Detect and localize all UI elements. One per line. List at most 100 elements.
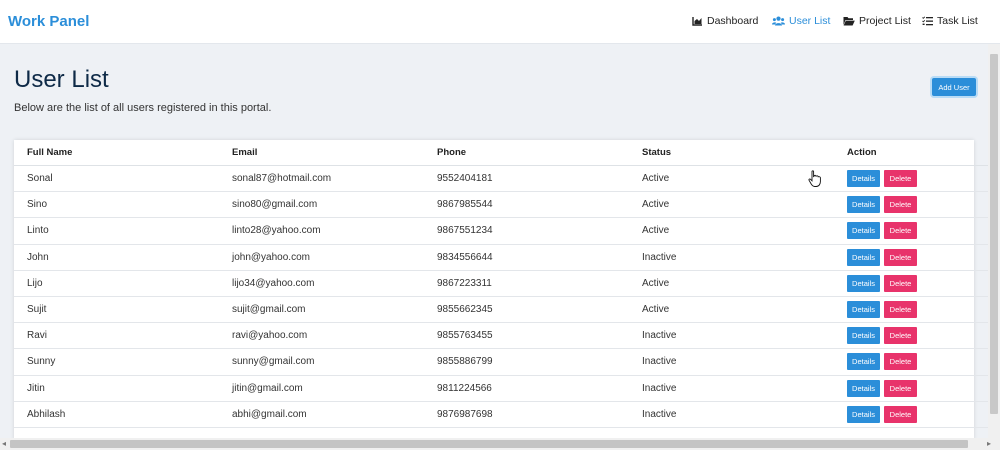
cell-full-name: Lijo — [14, 270, 219, 297]
cell-email: linto28@yahoo.com — [219, 217, 424, 245]
cell-action: Details Delete — [834, 348, 1000, 376]
cell-full-name: Sino — [14, 191, 219, 219]
top-navbar: Work Panel Dashboard User List Project L… — [0, 0, 1000, 44]
nav-item-dashboard[interactable]: Dashboard — [692, 15, 758, 27]
table-header-row: Full Name Email Phone Status Action — [14, 140, 1000, 166]
cell-status: Active — [629, 296, 834, 324]
cell-full-name: Jitin — [14, 375, 219, 402]
cell-phone: 9811224566 — [424, 375, 629, 402]
cell-email: john@yahoo.com — [219, 244, 424, 271]
delete-button[interactable]: Delete — [884, 379, 917, 397]
tasks-icon — [922, 16, 933, 26]
column-header-email: Email — [219, 140, 424, 166]
delete-button[interactable]: Delete — [884, 274, 917, 292]
nav-label-dashboard: Dashboard — [707, 15, 759, 27]
cell-status: Inactive — [629, 375, 834, 402]
column-header-action: Action — [834, 140, 1000, 166]
details-button[interactable]: Details — [847, 222, 880, 240]
nav-item-task-list[interactable]: Task List — [922, 15, 978, 27]
table-row: Lijo lijo34@yahoo.com 9867223311 Active Deta… — [14, 270, 1000, 297]
cell-phone: 9855763455 — [424, 322, 629, 350]
table-row: Abhilash abhi@gmail.com 9876987698 Inactive… — [14, 401, 1000, 428]
nav-item-project-list[interactable]: Project List — [843, 15, 911, 27]
cell-phone: 9834556644 — [424, 244, 629, 271]
cell-status: Active — [629, 191, 834, 219]
cell-status: Inactive — [629, 322, 834, 350]
cell-full-name: Abhilash — [14, 401, 219, 428]
cell-email: sunny@gmail.com — [219, 348, 424, 376]
page-title: User List — [14, 66, 109, 93]
cell-action: Details Delete — [834, 322, 1000, 350]
cell-status: Inactive — [629, 244, 834, 271]
cell-email: jitin@gmail.com — [219, 375, 424, 402]
cell-action: Details Delete — [834, 270, 1000, 297]
details-button[interactable]: Details — [847, 196, 880, 214]
details-button[interactable]: Details — [847, 274, 880, 292]
nav-item-user-list[interactable]: User List — [772, 15, 830, 27]
table-row: Ravi ravi@yahoo.com 9855763455 Inactive Deta… — [14, 322, 1000, 350]
users-icon — [772, 16, 785, 26]
vertical-scrollbar-thumb[interactable] — [990, 54, 998, 414]
cell-email: ravi@yahoo.com — [219, 322, 424, 350]
delete-button[interactable]: Delete — [884, 353, 917, 371]
cell-phone: 9876987698 — [424, 401, 629, 428]
cell-full-name: John — [14, 244, 219, 271]
delete-button[interactable]: Delete — [884, 170, 917, 188]
details-button[interactable]: Details — [847, 170, 880, 188]
user-table-card: Full Name Email Phone Status Action Sona… — [14, 140, 1000, 440]
cell-phone: 9867551234 — [424, 217, 629, 245]
vertical-scrollbar[interactable] — [988, 44, 1000, 438]
nav-label-task-list: Task List — [937, 15, 978, 27]
cell-action: Details Delete — [834, 375, 1000, 402]
details-button[interactable]: Details — [847, 379, 880, 397]
details-button[interactable]: Details — [847, 405, 880, 423]
cell-full-name: Linto — [14, 217, 219, 245]
cell-full-name: Ravi — [14, 322, 219, 350]
scroll-left-arrow-icon[interactable]: ◂ — [2, 439, 6, 448]
cell-email: sonal87@hotmail.com — [219, 165, 424, 193]
delete-button[interactable]: Delete — [884, 301, 917, 319]
horizontal-scrollbar[interactable]: ◂ ▸ — [0, 438, 1000, 450]
cell-phone: 9867985544 — [424, 191, 629, 219]
add-user-button[interactable]: Add User — [932, 78, 976, 96]
table-row: Sunny sunny@gmail.com 9855886799 Inactive De… — [14, 348, 1000, 376]
delete-button[interactable]: Delete — [884, 327, 917, 345]
horizontal-scrollbar-thumb[interactable] — [10, 440, 968, 448]
details-button[interactable]: Details — [847, 353, 880, 371]
table-row: John john@yahoo.com 9834556644 Inactive Deta… — [14, 244, 1000, 271]
column-header-full-name: Full Name — [14, 140, 219, 166]
column-header-status: Status — [629, 140, 834, 166]
cell-phone: 9855886799 — [424, 348, 629, 376]
details-button[interactable]: Details — [847, 327, 880, 345]
cell-status: Active — [629, 217, 834, 245]
cell-email: sino80@gmail.com — [219, 191, 424, 219]
cell-action: Details Delete — [834, 401, 1000, 428]
nav-label-user-list: User List — [789, 15, 831, 27]
cell-phone: 9552404181 — [424, 165, 629, 193]
delete-button[interactable]: Delete — [884, 248, 917, 266]
folder-open-icon — [843, 17, 855, 26]
delete-button[interactable]: Delete — [884, 222, 917, 240]
delete-button[interactable]: Delete — [884, 405, 917, 423]
cell-full-name: Sonal — [14, 165, 219, 193]
cell-action: Details Delete — [834, 296, 1000, 324]
scroll-right-arrow-icon[interactable]: ▸ — [987, 439, 991, 448]
cell-email: sujit@gmail.com — [219, 296, 424, 324]
cell-full-name: Sujit — [14, 296, 219, 324]
cell-status: Active — [629, 270, 834, 297]
delete-button[interactable]: Delete — [884, 196, 917, 214]
user-table: Full Name Email Phone Status Action Sona… — [14, 140, 1000, 428]
table-row: Sujit sujit@gmail.com 9855662345 Active Deta… — [14, 296, 1000, 324]
cell-status: Inactive — [629, 401, 834, 428]
chart-area-icon — [692, 17, 702, 26]
cell-email: abhi@gmail.com — [219, 401, 424, 428]
page-subtitle: Below are the list of all users register… — [14, 102, 272, 114]
details-button[interactable]: Details — [847, 301, 880, 319]
cell-action: Details Delete — [834, 244, 1000, 271]
details-button[interactable]: Details — [847, 248, 880, 266]
cell-action: Details Delete — [834, 165, 1000, 193]
cell-phone: 9855662345 — [424, 296, 629, 324]
cell-action: Details Delete — [834, 191, 1000, 219]
brand-logo[interactable]: Work Panel — [8, 13, 89, 30]
cell-email: lijo34@yahoo.com — [219, 270, 424, 297]
